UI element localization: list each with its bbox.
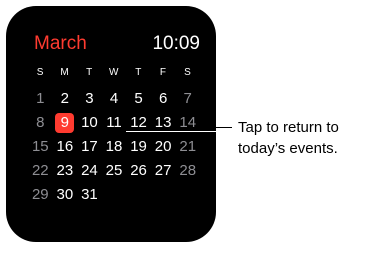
calendar-grid: 1 2 3 4 5 6 7 8 9 10 11 12 13 14 15 16 1…: [28, 89, 200, 205]
today-badge: 9: [55, 113, 75, 133]
weekday-label: T: [86, 67, 93, 78]
calendar-day[interactable]: 17: [77, 137, 102, 157]
weekday-label: F: [159, 67, 167, 78]
calendar-day[interactable]: 3: [77, 89, 102, 109]
calendar-day[interactable]: 29: [28, 185, 53, 205]
calendar-day[interactable]: 8: [28, 113, 53, 133]
calendar-day[interactable]: 2: [53, 89, 78, 109]
callout-leader-line: [126, 127, 232, 128]
watch-screen: March 10:09 S M T W T F S 1 2 3 4 5 6 7 …: [6, 6, 216, 242]
month-label[interactable]: March: [34, 33, 87, 55]
calendar-day[interactable]: 26: [126, 161, 151, 181]
weekday-header: S M T W T F S: [28, 67, 200, 78]
calendar-day[interactable]: 23: [53, 161, 78, 181]
time-label: 10:09: [152, 33, 200, 54]
calendar-day[interactable]: 1: [28, 89, 53, 109]
calendar-day[interactable]: 10: [77, 113, 102, 133]
calendar-day[interactable]: 25: [102, 161, 127, 181]
calendar-day[interactable]: 19: [126, 137, 151, 157]
calendar-day[interactable]: 11: [102, 113, 127, 133]
calendar-day[interactable]: 5: [126, 89, 151, 109]
callout-text: Tap to return to today’s events.: [238, 117, 388, 159]
calendar-day[interactable]: 12: [126, 113, 151, 133]
weekday-label: W: [109, 67, 119, 78]
calendar-day[interactable]: 22: [28, 161, 53, 181]
callout-line-1: Tap to return to: [238, 119, 339, 136]
calendar-day[interactable]: 7: [175, 89, 200, 109]
callout-line-2: today’s events.: [238, 140, 338, 157]
calendar-day[interactable]: 16: [53, 137, 78, 157]
calendar-day[interactable]: 15: [28, 137, 53, 157]
calendar-day[interactable]: 21: [175, 137, 200, 157]
calendar-day[interactable]: 27: [151, 161, 176, 181]
calendar-day[interactable]: 31: [77, 185, 102, 205]
calendar-day[interactable]: 14: [175, 113, 200, 133]
callout-leader-line-inner: [126, 131, 232, 132]
calendar-day[interactable]: 4: [102, 89, 127, 109]
calendar-day[interactable]: 13: [151, 113, 176, 133]
calendar-day[interactable]: 20: [151, 137, 176, 157]
calendar-day-today[interactable]: 9: [53, 113, 78, 133]
calendar-day[interactable]: 30: [53, 185, 78, 205]
weekday-label: T: [135, 67, 142, 78]
weekday-label: S: [36, 67, 44, 78]
calendar-day[interactable]: 6: [151, 89, 176, 109]
calendar-day[interactable]: 28: [175, 161, 200, 181]
weekday-label: S: [184, 67, 192, 78]
weekday-label: M: [60, 67, 70, 78]
calendar-day[interactable]: 24: [77, 161, 102, 181]
calendar-day[interactable]: 18: [102, 137, 127, 157]
